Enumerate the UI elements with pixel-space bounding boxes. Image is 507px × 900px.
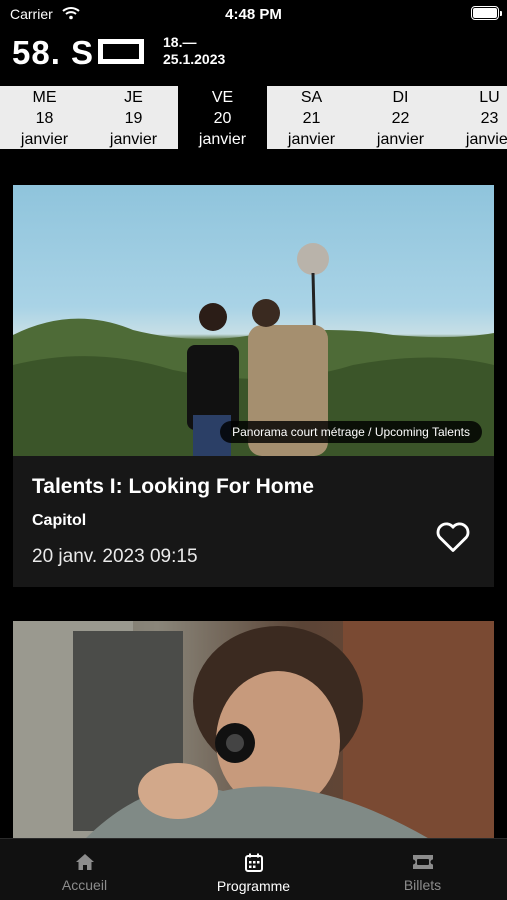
day-number: 20 [213, 110, 232, 127]
festival-logo: 58. S [12, 34, 95, 71]
heart-outline-icon[interactable] [434, 518, 472, 556]
day-tab-19[interactable]: JE 19 janvier [89, 86, 178, 149]
day-tab-21[interactable]: SA 21 janvier [267, 86, 356, 149]
festival-dates: 18.— 25.1.2023 [163, 34, 225, 68]
day-abbr: JE [124, 89, 143, 106]
day-abbr: DI [392, 89, 409, 106]
day-month: janvier [109, 131, 158, 148]
event-venue: Capitol [32, 512, 87, 529]
tab-label: Billets [403, 877, 442, 893]
logo-rectangle-mark [98, 39, 144, 64]
day-selector: ME 18 janvier JE 19 janvier VE 20 janvie… [0, 86, 507, 149]
festival-header: 58. S 18.— 25.1.2023 [0, 28, 507, 84]
event-list[interactable]: Panorama court métrage / Upcoming Talent… [0, 149, 507, 838]
tab-billets[interactable]: Billets [338, 839, 507, 900]
date-range-start: 18.— [163, 34, 197, 50]
day-abbr: VE [211, 89, 234, 106]
tab-label: Accueil [61, 877, 108, 893]
day-month: janvier [198, 131, 247, 148]
event-card[interactable] [13, 621, 494, 838]
event-image: Panorama court métrage / Upcoming Talent… [13, 185, 494, 456]
day-number: 22 [391, 110, 410, 127]
day-tab-23[interactable]: LU 23 janvier [445, 86, 507, 149]
event-card[interactable]: Panorama court métrage / Upcoming Talent… [13, 185, 494, 587]
event-datetime: 20 janv. 2023 09:15 [32, 546, 198, 567]
day-month: janvier [376, 131, 425, 148]
tab-accueil[interactable]: Accueil [0, 839, 169, 900]
day-month: janvier [20, 131, 69, 148]
tab-programme[interactable]: Programme [169, 839, 338, 900]
calendar-icon [244, 853, 263, 872]
day-number: 18 [35, 110, 54, 127]
event-title: Talents I: Looking For Home [32, 475, 314, 498]
battery-icon [471, 6, 502, 20]
day-tab-20[interactable]: VE 20 janvier [178, 86, 267, 149]
status-bar: Carrier 4:48 PM [0, 0, 507, 28]
day-abbr: LU [479, 89, 500, 106]
day-number: 23 [480, 110, 499, 127]
day-month: janvier [287, 131, 336, 148]
day-abbr: ME [32, 89, 57, 106]
day-number: 19 [124, 110, 143, 127]
tab-label: Programme [216, 878, 291, 894]
ticket-icon [412, 855, 433, 869]
date-range-end: 25.1.2023 [163, 51, 226, 67]
tab-bar: Accueil Programme Billets [0, 838, 507, 900]
day-tab-18[interactable]: ME 18 janvier [0, 86, 89, 149]
category-tag: Panorama court métrage / Upcoming Talent… [220, 421, 482, 443]
day-abbr: SA [300, 89, 323, 106]
day-number: 21 [302, 110, 321, 127]
day-tab-22[interactable]: DI 22 janvier [356, 86, 445, 149]
day-month: janvier [465, 131, 507, 148]
clock: 4:48 PM [225, 6, 282, 23]
event-image [13, 621, 494, 838]
home-icon [75, 854, 94, 870]
